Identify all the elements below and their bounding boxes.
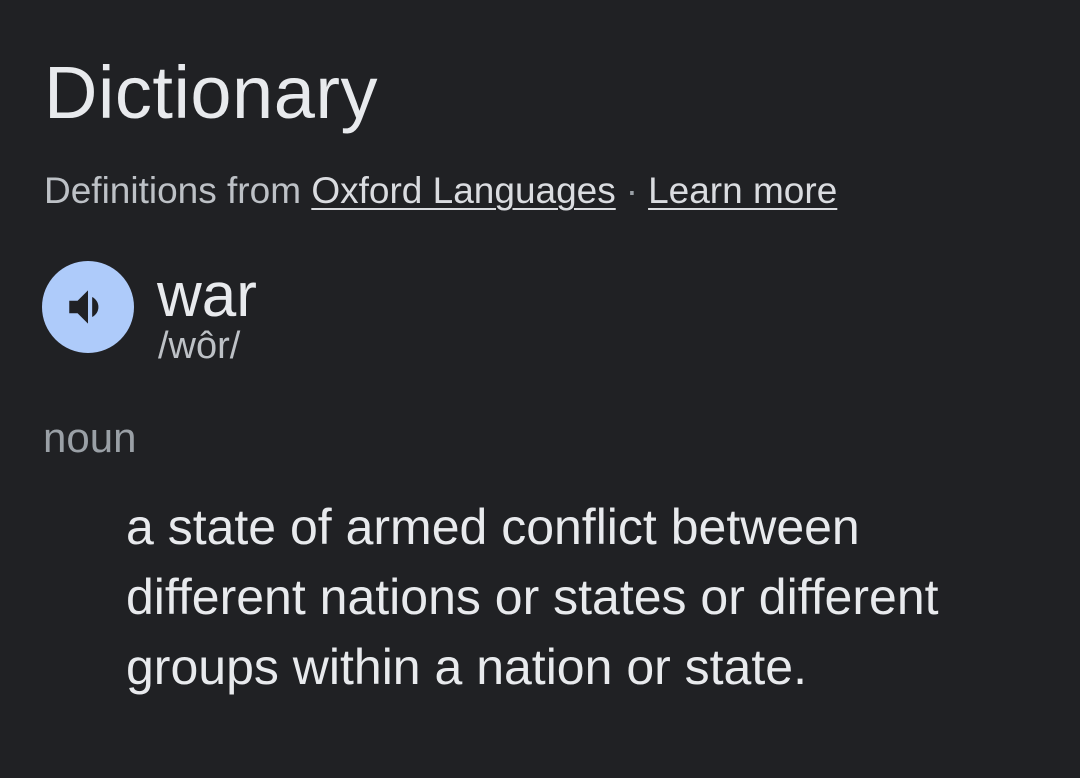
dictionary-source: Definitions from Oxford Languages · Learn …	[44, 168, 837, 214]
page-title: Dictionary	[44, 51, 378, 134]
pronunciation-button[interactable]	[42, 261, 134, 353]
definition-text: a state of armed conflict between differ…	[126, 499, 939, 695]
part-of-speech: noun	[43, 414, 137, 461]
learn-more-link[interactable]: Learn more	[648, 170, 837, 211]
oxford-languages-link[interactable]: Oxford Languages	[311, 170, 615, 211]
source-separator: ·	[625, 170, 639, 211]
phonetic-spelling: /wôr/	[158, 325, 241, 367]
source-prefix: Definitions from	[44, 170, 302, 211]
speaker-icon	[69, 290, 99, 324]
